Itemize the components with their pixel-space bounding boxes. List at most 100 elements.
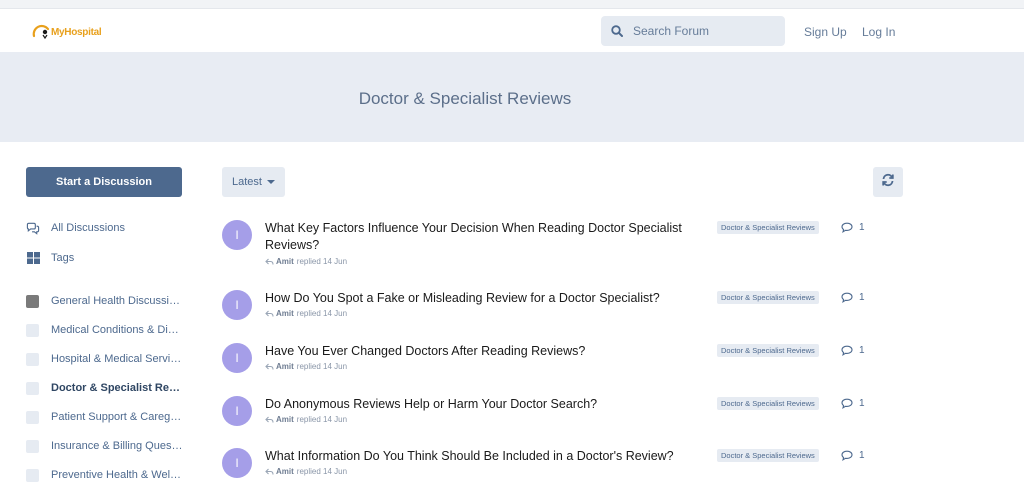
avatar[interactable]: I: [222, 396, 252, 426]
sidebar-item-label: Preventive Health & Wellness: [51, 469, 183, 481]
tags-grid-icon: [26, 251, 40, 265]
category-color-swatch: [26, 323, 39, 337]
tag-badge[interactable]: Doctor & Specialist Reviews: [717, 291, 819, 304]
reply-action: replied: [296, 362, 321, 371]
sidebar-category-patient-support[interactable]: Patient Support & Caregivers: [26, 407, 196, 427]
reply-count-value: 1: [859, 292, 865, 303]
category-color-swatch: [26, 410, 39, 424]
reply-date[interactable]: 14 Jun: [323, 309, 347, 318]
tag-badge[interactable]: Doctor & Specialist Reviews: [717, 397, 819, 410]
sidebar-item-all-discussions[interactable]: All Discussions: [26, 218, 196, 238]
sidebar-category-medical-conditions[interactable]: Medical Conditions & Diseases: [26, 320, 196, 340]
discussion-meta: Amit replied 14 Jun: [265, 415, 347, 424]
search-box[interactable]: [601, 16, 785, 46]
page-title: Doctor & Specialist Reviews: [358, 89, 572, 108]
logo-text: MyHospital: [51, 26, 102, 38]
reply-date[interactable]: 14 Jun: [323, 415, 347, 424]
reply-date[interactable]: 14 Jun: [323, 257, 347, 266]
reply-action: replied: [296, 257, 321, 266]
search-input[interactable]: [631, 23, 785, 39]
sidebar-item-label: General Health Discussions: [51, 295, 183, 307]
reply-count: 1: [841, 448, 865, 463]
comment-icon: [841, 398, 853, 409]
reply-icon: [265, 310, 274, 317]
reply-user[interactable]: Amit: [276, 415, 294, 424]
sidebar-category-preventive-health[interactable]: Preventive Health & Wellness: [26, 465, 196, 485]
search-icon: [611, 24, 625, 38]
sidebar-item-label: Doctor & Specialist Reviews: [51, 382, 183, 394]
site-logo[interactable]: MyHospital: [31, 22, 102, 42]
reply-count-value: 1: [859, 345, 865, 356]
sort-dropdown[interactable]: Latest: [222, 167, 285, 197]
avatar[interactable]: I: [222, 290, 252, 320]
discussion-title[interactable]: Do Anonymous Reviews Help or Harm Your D…: [265, 396, 705, 413]
discussion-title[interactable]: What Information Do You Think Should Be …: [265, 448, 705, 465]
discussion-meta: Amit replied 14 Jun: [265, 257, 347, 266]
sidebar-item-label: Medical Conditions & Diseases: [51, 324, 183, 336]
discussion-title[interactable]: How Do You Spot a Fake or Misleading Rev…: [265, 290, 705, 307]
reply-count: 1: [841, 290, 865, 305]
avatar[interactable]: I: [222, 220, 252, 250]
discussion-title[interactable]: What Key Factors Influence Your Decision…: [265, 220, 705, 254]
comment-icon: [841, 292, 853, 303]
comments-icon: [26, 221, 40, 235]
category-color-swatch: [26, 352, 39, 366]
category-color-swatch: [26, 439, 39, 453]
sidebar-category-general-health[interactable]: General Health Discussions: [26, 291, 196, 311]
reply-count: 1: [841, 343, 865, 358]
avatar[interactable]: I: [222, 343, 252, 373]
sidebar-item-label: Tags: [51, 252, 75, 264]
category-color-swatch: [26, 294, 39, 308]
sidebar-item-label: Hospital & Medical Services: [51, 353, 183, 365]
comment-icon: [841, 345, 853, 356]
sort-label: Latest: [232, 176, 262, 188]
reply-icon: [265, 416, 274, 423]
sidebar-category-doctor-reviews[interactable]: Doctor & Specialist Reviews: [26, 378, 196, 398]
tag-badge[interactable]: Doctor & Specialist Reviews: [717, 221, 819, 234]
reply-action: replied: [296, 467, 321, 476]
sidebar-category-insurance-billing[interactable]: Insurance & Billing Questions: [26, 436, 196, 456]
discussion-meta: Amit replied 14 Jun: [265, 362, 347, 371]
discussion-meta: Amit replied 14 Jun: [265, 309, 347, 318]
hero-banner: Doctor & Specialist Reviews: [0, 52, 1024, 142]
reply-action: replied: [296, 415, 321, 424]
start-discussion-button[interactable]: Start a Discussion: [26, 167, 182, 197]
logo-mark-icon: [31, 23, 53, 41]
reply-count-value: 1: [859, 222, 865, 233]
reply-action: replied: [296, 309, 321, 318]
login-link[interactable]: Log In: [862, 25, 895, 39]
discussion-title[interactable]: Have You Ever Changed Doctors After Read…: [265, 343, 705, 360]
discussion-meta: Amit replied 14 Jun: [265, 467, 347, 476]
caret-down-icon: [266, 180, 275, 184]
comment-icon: [841, 450, 853, 461]
reply-count: 1: [841, 396, 865, 411]
sidebar-item-label: Insurance & Billing Questions: [51, 440, 183, 452]
reply-date[interactable]: 14 Jun: [323, 362, 347, 371]
top-border: [0, 0, 1024, 9]
sidebar-category-hospital-services[interactable]: Hospital & Medical Services: [26, 349, 196, 369]
reply-count: 1: [841, 220, 865, 235]
reply-user[interactable]: Amit: [276, 257, 294, 266]
category-color-swatch: [26, 468, 39, 482]
refresh-button[interactable]: [873, 167, 903, 197]
reply-user[interactable]: Amit: [276, 362, 294, 371]
reply-date[interactable]: 14 Jun: [323, 467, 347, 476]
sidebar-item-label: All Discussions: [51, 222, 125, 234]
tag-badge[interactable]: Doctor & Specialist Reviews: [717, 449, 819, 462]
reply-count-value: 1: [859, 398, 865, 409]
reply-icon: [265, 468, 274, 475]
reply-user[interactable]: Amit: [276, 309, 294, 318]
reply-icon: [265, 363, 274, 370]
site-header: MyHospital Sign Up Log In: [0, 9, 1024, 52]
signup-link[interactable]: Sign Up: [804, 25, 847, 39]
reply-icon: [265, 258, 274, 265]
sidebar-item-tags[interactable]: Tags: [26, 248, 196, 268]
comment-icon: [841, 222, 853, 233]
refresh-icon: [881, 173, 895, 192]
reply-user[interactable]: Amit: [276, 467, 294, 476]
sidebar-item-label: Patient Support & Caregivers: [51, 411, 183, 423]
tag-badge[interactable]: Doctor & Specialist Reviews: [717, 344, 819, 357]
reply-count-value: 1: [859, 450, 865, 461]
avatar[interactable]: I: [222, 448, 252, 478]
category-color-swatch: [26, 381, 39, 395]
